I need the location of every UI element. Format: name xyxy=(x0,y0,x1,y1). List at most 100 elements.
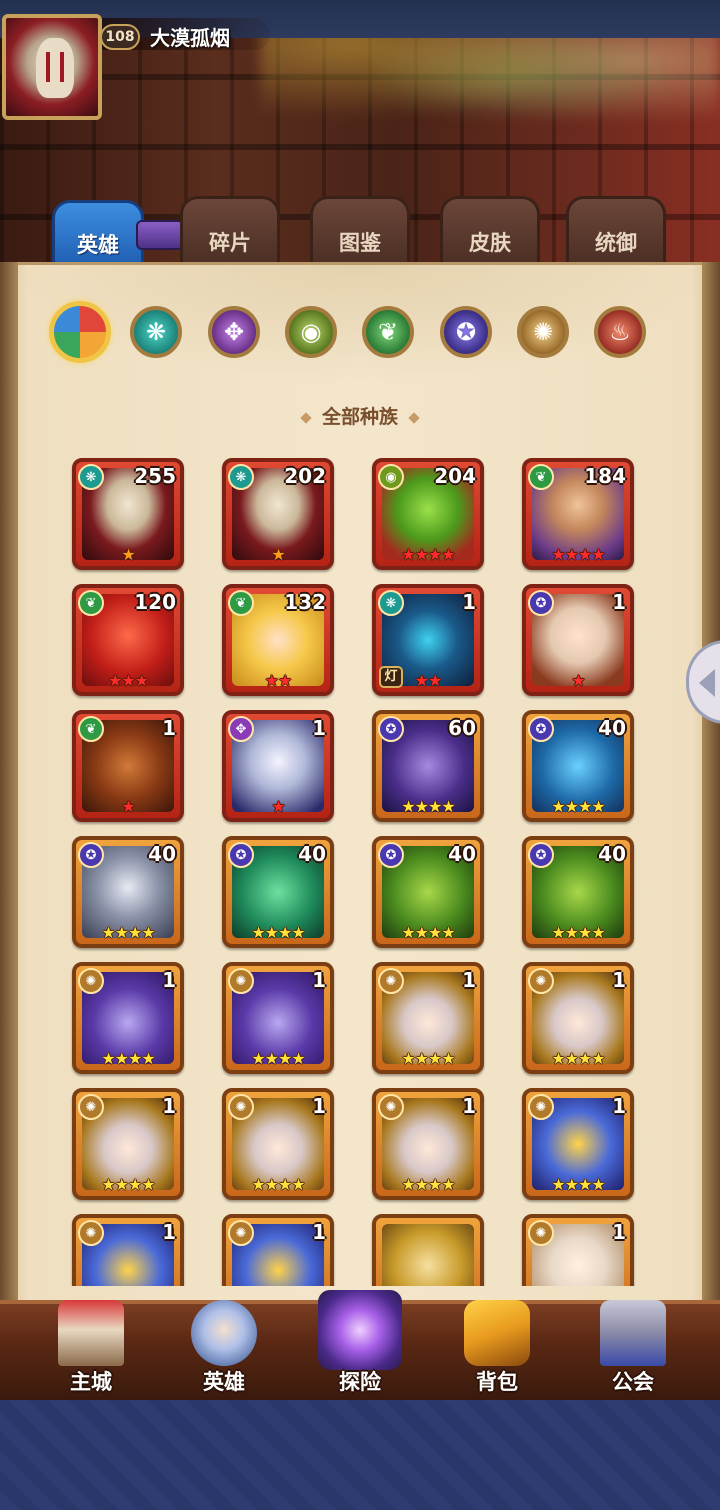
eye-faction-icon: ◉ xyxy=(378,464,404,490)
nav-explore[interactable]: 探险 xyxy=(305,1290,415,1400)
light-faction-icon: ✺ xyxy=(228,968,254,994)
tab-fragments[interactable]: 碎片 xyxy=(180,196,280,272)
hero-card[interactable]: ✺ 1 ★★★★ xyxy=(522,1088,634,1200)
arcane-race-icon: ✥ xyxy=(223,318,245,346)
nav-label: 背包 xyxy=(476,1370,518,1394)
race-filter-water[interactable]: ❋ xyxy=(130,306,182,358)
hero-stars: ★★★★ xyxy=(551,545,605,564)
hero-card[interactable]: ✺ 1 ★★★★ xyxy=(372,962,484,1074)
hero-card[interactable]: ❋ 1 ★★ 灯 xyxy=(372,584,484,696)
light-faction-icon: ✺ xyxy=(528,1220,554,1246)
light-faction-icon: ✺ xyxy=(78,1220,104,1246)
race-filter-arcane[interactable]: ✥ xyxy=(208,306,260,358)
hero-stars: ★ xyxy=(121,797,135,816)
forest-faction-icon: ❦ xyxy=(228,590,254,616)
hero-card[interactable]: ✪ 1 ★ xyxy=(522,584,634,696)
race-filter-light[interactable]: ✺ xyxy=(517,306,569,358)
dark-faction-icon: ✪ xyxy=(378,716,404,742)
hero-level: 40 xyxy=(598,716,626,740)
hero-card[interactable]: ❦ 1 ★ xyxy=(72,710,184,822)
hero-card[interactable]: ✪ 40 ★★★★ xyxy=(522,836,634,948)
player-level-badge: 108 xyxy=(100,24,140,50)
forest-race-icon: ❦ xyxy=(377,318,399,346)
hero-card[interactable]: ✺ 1 ★★★★ xyxy=(522,962,634,1074)
hero-card[interactable]: ✺ 1 ★★★★ xyxy=(72,1088,184,1200)
forest-faction-icon: ❦ xyxy=(78,716,104,742)
nav-heroes[interactable]: 英雄 xyxy=(169,1296,279,1400)
hero-stars: ★★ xyxy=(264,671,293,690)
hero-card[interactable]: ❦ 132 ★★ xyxy=(222,584,334,696)
hero-level: 1 xyxy=(312,1220,326,1244)
hero-card[interactable]: ❦ 120 ★★★ xyxy=(72,584,184,696)
hero-card[interactable]: ✪ 40 ★★★★ xyxy=(72,836,184,948)
guild-tower-icon xyxy=(600,1300,666,1366)
hero-card[interactable]: ❋ 255 ★ xyxy=(72,458,184,570)
hero-card[interactable]: ❋ 202 ★ xyxy=(222,458,334,570)
hero-stars: ★★★★ xyxy=(551,923,605,942)
hero-card[interactable]: ✪ 40 ★★★★ xyxy=(222,836,334,948)
hero-level: 1 xyxy=(612,968,626,992)
hero-card[interactable]: ✪ 40 ★★★★ xyxy=(372,836,484,948)
water-race-icon: ❋ xyxy=(145,318,167,346)
hero-stars: ★ xyxy=(121,545,135,564)
nav-main-city[interactable]: 主城 xyxy=(36,1296,146,1400)
hero-card[interactable]: ✺ 1 xyxy=(522,1214,634,1286)
hero-stars: ★★★★ xyxy=(401,545,455,564)
nav-label: 英雄 xyxy=(203,1370,245,1394)
hero-card[interactable]: ◉ 204 ★★★★ xyxy=(372,458,484,570)
hero-card[interactable]: ✺ 1 ★★★★ xyxy=(222,1088,334,1200)
hero-level: 1 xyxy=(162,1094,176,1118)
player-avatar[interactable] xyxy=(2,14,102,120)
hero-icon xyxy=(191,1300,257,1366)
footer-background xyxy=(0,1400,720,1510)
forest-faction-icon: ❦ xyxy=(78,590,104,616)
race-filter-forest[interactable]: ❦ xyxy=(362,306,414,358)
light-faction-icon: ✺ xyxy=(78,1094,104,1120)
hero-stars: ★★★★ xyxy=(401,923,455,942)
race-filter-dark[interactable]: ✪ xyxy=(440,306,492,358)
forest-faction-icon: ❦ xyxy=(528,464,554,490)
dark-faction-icon: ✪ xyxy=(78,842,104,868)
hero-card[interactable]: ✺ 1 ★★★★ xyxy=(372,1088,484,1200)
race-filter-fire[interactable]: ♨ xyxy=(594,306,646,358)
section-title-text: 全部种族 xyxy=(321,406,398,428)
race-section-title: 全部种族 xyxy=(270,402,450,428)
hero-card[interactable]: ✺ 1 xyxy=(72,1214,184,1286)
hero-tag-badge: 灯 xyxy=(379,666,403,688)
player-name: 大漠孤烟 xyxy=(150,26,230,50)
hero-level: 40 xyxy=(148,842,176,866)
race-filter-eye[interactable]: ◉ xyxy=(285,306,337,358)
hero-card[interactable]: ✺ 1 xyxy=(222,1214,334,1286)
hero-card[interactable] xyxy=(372,1214,484,1286)
nav-backpack[interactable]: 背包 xyxy=(442,1296,552,1400)
tab-skins[interactable]: 皮肤 xyxy=(440,196,540,272)
hero-stars: ★★★★ xyxy=(101,923,155,942)
hero-level: 255 xyxy=(134,464,176,488)
tab-codex[interactable]: 图鉴 xyxy=(310,196,410,272)
light-faction-icon: ✺ xyxy=(378,1094,404,1120)
hero-stars: ★★★★ xyxy=(401,1049,455,1068)
hero-stars: ★★★★ xyxy=(251,1175,305,1194)
race-filter-all[interactable] xyxy=(49,301,111,363)
light-faction-icon: ✺ xyxy=(228,1094,254,1120)
hero-level: 1 xyxy=(162,968,176,992)
water-faction-icon: ❋ xyxy=(78,464,104,490)
hero-level: 132 xyxy=(284,590,326,614)
hero-level: 184 xyxy=(584,464,626,488)
hero-card[interactable]: ✥ 1 ★ xyxy=(222,710,334,822)
nav-label: 探险 xyxy=(339,1370,381,1394)
dark-faction-icon: ✪ xyxy=(528,716,554,742)
hero-card[interactable]: ✪ 60 ★★★★ xyxy=(372,710,484,822)
hero-card[interactable]: ✪ 40 ★★★★ xyxy=(522,710,634,822)
hero-card[interactable]: ❦ 184 ★★★★ xyxy=(522,458,634,570)
castle-icon xyxy=(58,1300,124,1366)
hero-level: 202 xyxy=(284,464,326,488)
nav-guild[interactable]: 公会 xyxy=(578,1296,688,1400)
hero-card[interactable]: ✺ 1 ★★★★ xyxy=(72,962,184,1074)
hero-stars: ★★★★ xyxy=(251,1049,305,1068)
hero-stars: ★★★★ xyxy=(251,923,305,942)
hero-card[interactable]: ✺ 1 ★★★★ xyxy=(222,962,334,1074)
hero-stars: ★★★★ xyxy=(401,797,455,816)
tab-command[interactable]: 统御 xyxy=(566,196,666,272)
purple-faction-icon: ✥ xyxy=(228,716,254,742)
